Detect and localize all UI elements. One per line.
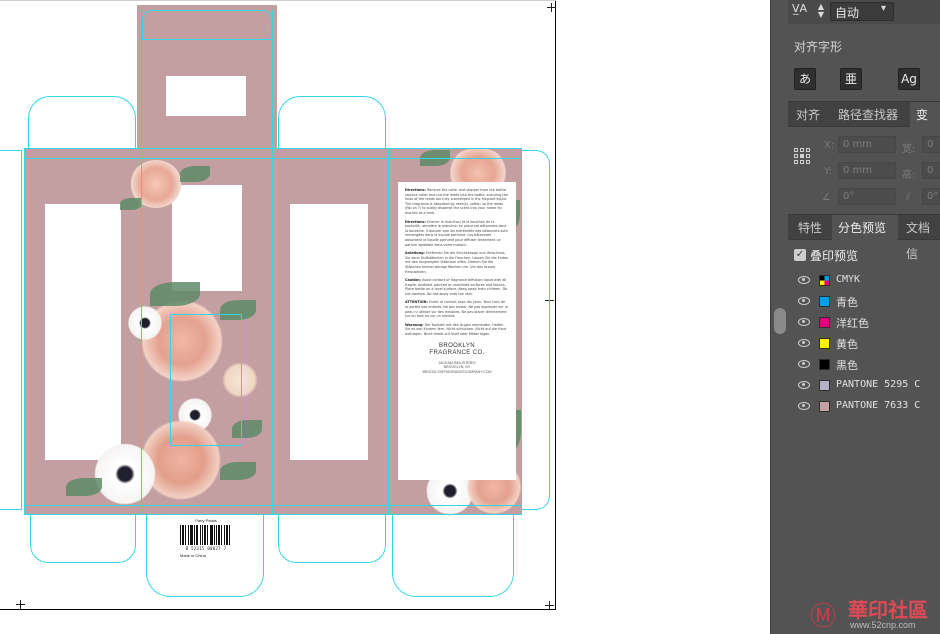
plate-row-cyan[interactable]: 青色 (788, 292, 940, 313)
color-swatch (819, 359, 830, 370)
tab-separations-preview[interactable]: 分色预览 (832, 215, 898, 241)
chevron-down-icon: ▾ (881, 3, 887, 14)
plate-row-magenta[interactable]: 洋红色 (788, 313, 940, 334)
site-watermark: Ⓜ 華印社區 www.52cnp.com (810, 594, 940, 634)
artboard-edge-top (0, 0, 556, 1)
panel-collapse-strip[interactable] (770, 0, 788, 634)
color-swatch (819, 338, 830, 349)
tracking-select[interactable]: 自动 ▾ (830, 2, 894, 21)
watermark-url: www.52cnp.com (850, 620, 916, 630)
height-field[interactable]: 0 (922, 162, 940, 179)
tabbar-align-transform: 对齐 路径查找器 变 (788, 101, 940, 128)
tabbar-separations: 特性 分色预览 文档信 (788, 214, 940, 261)
plate-name: PANTONE 7633 C (836, 400, 921, 411)
overprint-preview-checkbox[interactable]: ✓ (794, 249, 806, 261)
angle-field[interactable]: 0° (838, 188, 896, 205)
align-glyph-button-kanji[interactable]: 亜 (840, 68, 862, 90)
eye-icon[interactable] (798, 360, 810, 368)
dieline-fold (24, 505, 522, 506)
angle-icon: ∠ (822, 192, 831, 203)
plate-name: 黑色 (836, 359, 858, 372)
x-label: X: (824, 140, 835, 151)
tab-document-info[interactable]: 文档信 (900, 215, 940, 261)
x-field[interactable]: 0 mm (838, 136, 896, 153)
color-swatch (819, 296, 830, 307)
dieline-dust-flap-left (28, 96, 136, 148)
dieline-bottom-flap (392, 515, 514, 597)
tab-properties[interactable]: 特性 (792, 215, 828, 241)
eye-icon[interactable] (798, 276, 810, 284)
barcode: Party Petals 8 52315 00027 7 Made in Chi… (180, 518, 232, 562)
plate-name: PANTONE 5295 C (836, 379, 921, 390)
tracking-row: V̲A ▲ ▼ 自动 ▾ (788, 0, 940, 24)
plate-name: 黄色 (836, 338, 858, 351)
eye-icon[interactable] (798, 318, 810, 326)
color-swatch (819, 401, 830, 412)
plate-name: 青色 (836, 296, 858, 309)
eye-icon[interactable] (798, 381, 810, 389)
barcode-number: 8 52315 00027 7 (185, 546, 227, 551)
dieline-fold (272, 10, 273, 515)
artboard-edge-right (555, 0, 556, 610)
artboard-edge-bottom (0, 609, 556, 610)
width-label: 宽: (902, 144, 916, 155)
height-label: 高: (902, 170, 916, 181)
transform-controls: X: 0 mm 宽: 0 Y: 0 mm 高: 0 ∠ 0° ⫽ 0° (788, 128, 940, 214)
hanger-window (166, 76, 246, 116)
plate-row-cmyk[interactable]: CMYK (788, 271, 940, 292)
dieline-fold (24, 158, 522, 159)
align-glyph-button-kana[interactable]: あ (794, 68, 816, 90)
tab-transform[interactable]: 变 (910, 102, 940, 128)
tab-align[interactable]: 对齐 (790, 102, 826, 128)
y-field[interactable]: 0 mm (838, 162, 896, 179)
shear-icon: ⫽ (906, 192, 911, 203)
scroll-thumb[interactable] (774, 308, 786, 334)
properties-panel: V̲A ▲ ▼ 自动 ▾ 对齐字形 あ 亜 Ag 对齐 路径查找器 变 X: 0 … (788, 0, 940, 634)
dieline-tuck-flap (142, 10, 272, 40)
align-glyph-button-latin[interactable]: Ag (898, 68, 920, 90)
tracking-icon: V̲A (792, 2, 808, 15)
dieline-bottom-flap (30, 515, 136, 563)
eye-icon[interactable] (798, 402, 810, 410)
tab-pathfinder[interactable]: 路径查找器 (832, 102, 904, 128)
barcode-bars (180, 525, 232, 545)
y-label: Y: (824, 166, 833, 177)
made-in-label: Made in China (180, 553, 206, 558)
dieline-glue-flap-left (0, 150, 22, 510)
dieline-body (24, 148, 522, 515)
dieline-fold (388, 148, 389, 515)
registration-mark (16, 600, 25, 609)
tracking-value: 自动 (835, 6, 860, 20)
plate-row-pantone-5295[interactable]: PANTONE 5295 C (788, 376, 940, 397)
dieline-dust-flap-right (278, 96, 386, 148)
reference-point-icon[interactable] (794, 148, 810, 164)
plate-name: 洋红色 (836, 317, 869, 330)
eye-icon[interactable] (798, 297, 810, 305)
color-swatch (819, 317, 830, 328)
cmyk-swatch-icon (819, 275, 830, 286)
shear-field[interactable]: 0° (922, 188, 940, 205)
plate-name: CMYK (836, 274, 861, 285)
dieline-glue-flap-right (522, 150, 550, 510)
artboard-canvas[interactable]: Directions: Remove the collar and stoppe… (0, 0, 770, 634)
watermark-text: 華印社區 (848, 598, 928, 622)
color-swatch (819, 380, 830, 391)
dieline-fold (141, 10, 142, 515)
watermark-logo-icon: Ⓜ (810, 602, 837, 632)
width-field[interactable]: 0 (922, 136, 940, 153)
eye-icon[interactable] (798, 339, 810, 347)
plate-row-yellow[interactable]: 黄色 (788, 334, 940, 355)
barcode-product-label: Party Petals (195, 518, 217, 523)
plate-row-black[interactable]: 黑色 (788, 355, 940, 376)
registration-mark (547, 3, 556, 12)
dieline-inner (170, 314, 242, 446)
dieline-bottom-flap (278, 515, 386, 563)
registration-mark (545, 601, 554, 610)
overprint-preview-label: 叠印预览 (810, 249, 859, 263)
align-glyphs-title: 对齐字形 (794, 40, 843, 54)
tracking-stepper[interactable]: ▲ ▼ (816, 3, 826, 21)
plate-row-pantone-7633[interactable]: PANTONE 7633 C (788, 397, 940, 418)
